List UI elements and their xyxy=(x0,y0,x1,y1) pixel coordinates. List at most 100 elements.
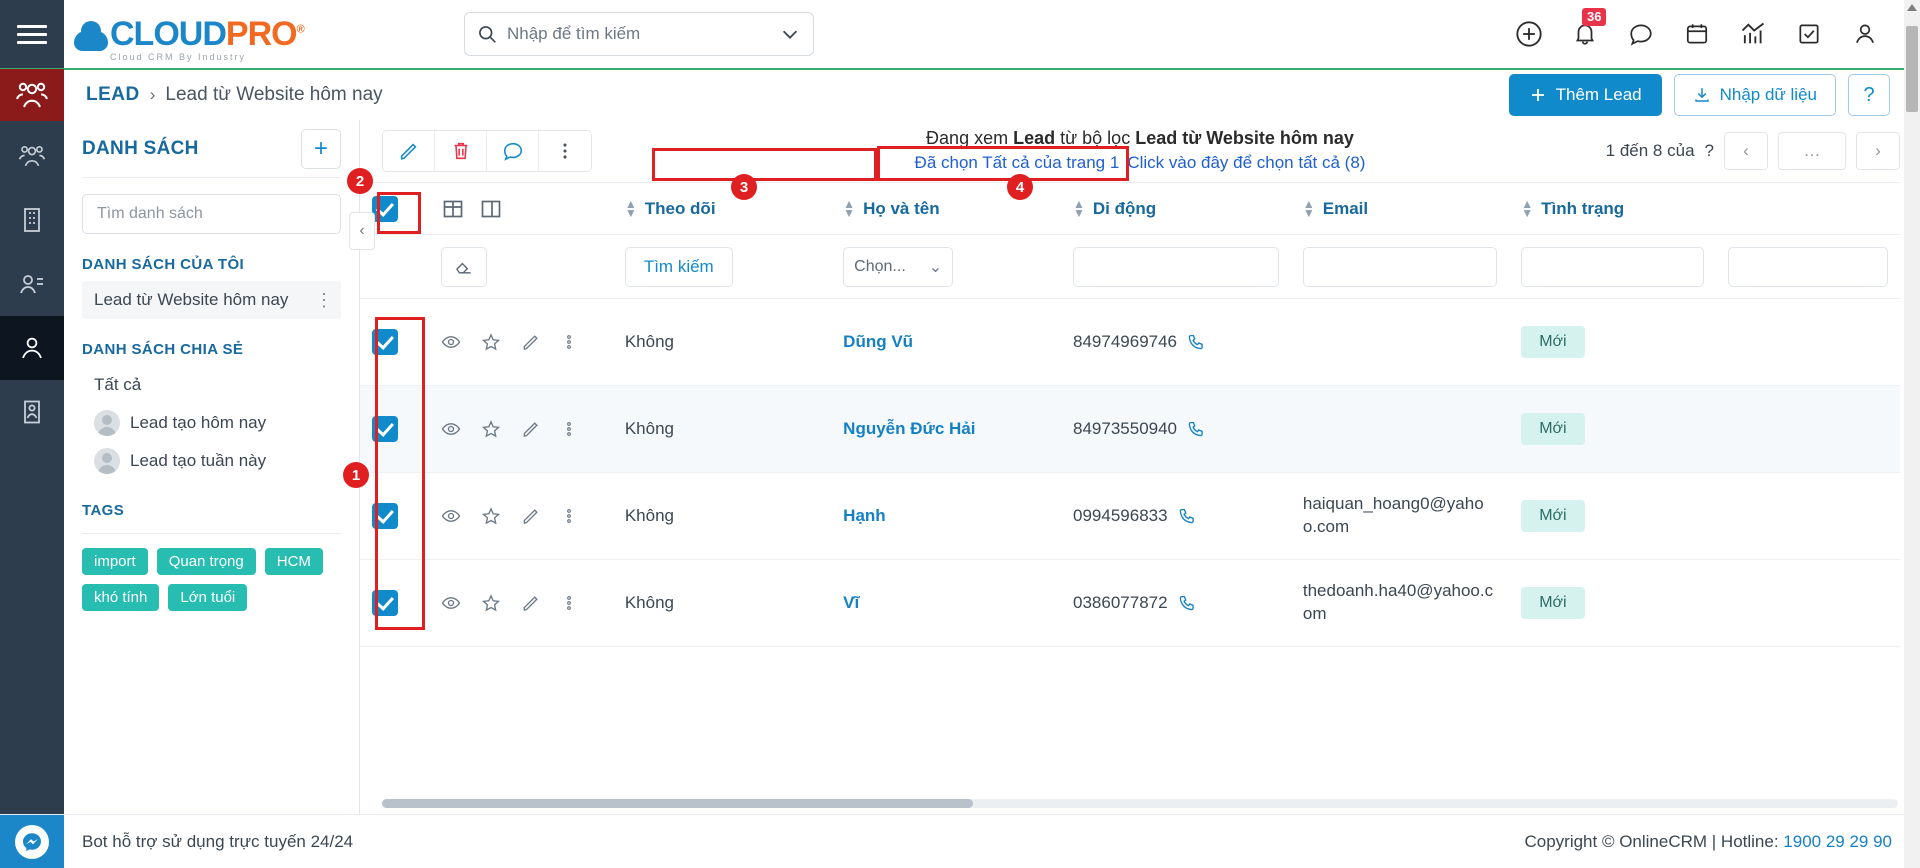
eye-icon[interactable] xyxy=(441,593,461,613)
hamburger-menu-button[interactable] xyxy=(0,0,64,68)
messenger-button[interactable] xyxy=(0,814,64,868)
rail-item-building[interactable] xyxy=(0,188,64,252)
row-checkbox[interactable] xyxy=(372,329,398,355)
bell-icon[interactable]: 36 xyxy=(1570,8,1607,49)
search-input[interactable] xyxy=(497,24,779,44)
chevron-down-icon[interactable] xyxy=(779,23,801,45)
tag-import[interactable]: import xyxy=(82,548,148,575)
header-email[interactable]: ▲ ▼ Email xyxy=(1290,182,1510,235)
select-all-checkbox[interactable] xyxy=(372,195,398,222)
kebab-icon[interactable] xyxy=(561,419,577,439)
follow-filter-select[interactable]: Chọn... ⌄ xyxy=(843,246,954,287)
annotation-marker-2: 2 xyxy=(347,168,373,194)
pencil-icon[interactable] xyxy=(521,593,541,613)
phone-icon[interactable] xyxy=(1178,507,1196,525)
clear-filter-button[interactable] xyxy=(440,246,487,287)
table-row[interactable]: Không Dũng Vũ 84974969746 Mới xyxy=(360,298,1900,386)
sidebar-item-lead-from-website-today[interactable]: Lead từ Website hôm nay ⋮ xyxy=(82,281,341,319)
chat-icon[interactable] xyxy=(1626,19,1656,49)
tag-kho-tinh[interactable]: khó tính xyxy=(82,584,160,611)
group-my-lists: DANH SÁCH CỦA TÔI xyxy=(82,256,245,273)
task-icon[interactable] xyxy=(1794,19,1824,49)
hotline-number[interactable]: 1900 29 29 90 xyxy=(1783,832,1892,851)
app-logo[interactable]: CLOUDPRO® Cloud CRM By Industry xyxy=(64,17,324,62)
tag-quan-trong[interactable]: Quan trọng xyxy=(156,548,256,575)
email-filter-input[interactable] xyxy=(1521,246,1705,287)
eye-icon[interactable] xyxy=(441,506,461,526)
table-row[interactable]: Không Hạnh 0994596833 haiquan_hoang0@yah… xyxy=(360,472,1900,560)
kebab-icon[interactable] xyxy=(561,506,577,526)
header-follow[interactable]: ▲ ▼ Theo dõi xyxy=(612,182,832,235)
grid-view-icon[interactable] xyxy=(441,197,465,221)
sidebar-item-label: Lead tạo tuần này xyxy=(130,451,267,470)
scrollbar-thumb[interactable] xyxy=(382,799,974,808)
star-icon[interactable] xyxy=(481,506,501,526)
user-icon[interactable] xyxy=(1850,19,1880,49)
header-status[interactable]: ▲ ▼ Tình trạng xyxy=(1509,182,1717,235)
table-row[interactable]: Không Vĩ 0386077872 thedoanh.ha40@yahoo.… xyxy=(360,559,1900,647)
pencil-icon[interactable] xyxy=(521,506,541,526)
rail-item-people[interactable] xyxy=(0,124,64,188)
row-email[interactable]: haiquan_hoang0@yahoo.com xyxy=(1290,472,1510,560)
row-email[interactable]: thedoanh.ha40@yahoo.com xyxy=(1290,559,1510,647)
row-name[interactable]: Hạnh xyxy=(843,506,886,525)
rail-item-contacts[interactable] xyxy=(0,252,64,316)
link-select-all[interactable]: Click vào đây để chọn tất cả (8) xyxy=(1127,153,1365,173)
table-row[interactable]: Không Nguyễn Đức Hải 84973550940 Mới xyxy=(360,385,1900,473)
phone-icon[interactable] xyxy=(1187,333,1205,351)
body: DANH SÁCH + DANH SÁCH CỦA TÔI Lead từ We… xyxy=(0,120,1920,814)
name-filter-input[interactable] xyxy=(1073,246,1279,287)
sidebar-item-lead-created-this-week[interactable]: Lead tạo tuần này xyxy=(82,442,341,480)
row-actions-cell xyxy=(428,559,613,647)
eye-icon[interactable] xyxy=(441,419,461,439)
collapse-panel-button[interactable]: ‹ xyxy=(349,212,375,250)
kebab-icon[interactable] xyxy=(561,332,577,352)
row-name[interactable]: Vĩ xyxy=(843,593,859,612)
row-email[interactable] xyxy=(1290,385,1510,473)
add-list-button[interactable]: + xyxy=(301,128,341,169)
phone-icon[interactable] xyxy=(1187,420,1205,438)
star-icon[interactable] xyxy=(481,332,501,352)
add-lead-button[interactable]: Thêm Lead xyxy=(1508,74,1662,116)
search-box[interactable] xyxy=(464,12,814,56)
eye-icon[interactable] xyxy=(441,332,461,352)
kebab-icon[interactable] xyxy=(561,593,577,613)
filter-name-cell xyxy=(1061,234,1291,299)
rail-item-lead[interactable] xyxy=(0,316,64,380)
add-icon[interactable] xyxy=(1514,19,1544,49)
status-filter-input[interactable] xyxy=(1728,246,1888,287)
import-data-button[interactable]: Nhập dữ liệu xyxy=(1673,74,1836,116)
star-icon[interactable] xyxy=(481,593,501,613)
list-search-input[interactable] xyxy=(82,194,341,234)
pencil-icon[interactable] xyxy=(521,419,541,439)
pencil-icon[interactable] xyxy=(521,332,541,352)
breadcrumb-root[interactable]: LEAD xyxy=(86,84,140,106)
row-email[interactable] xyxy=(1290,298,1510,386)
scroll-up-icon[interactable] xyxy=(1907,4,1917,11)
row-checkbox[interactable] xyxy=(372,503,398,529)
tag-lon-tuoi[interactable]: Lớn tuổi xyxy=(168,584,248,611)
rail-item-document[interactable] xyxy=(0,380,64,444)
calendar-icon[interactable] xyxy=(1682,19,1712,49)
sidebar-item-lead-created-today[interactable]: Lead tạo hôm nay xyxy=(82,404,341,442)
analytics-icon[interactable] xyxy=(1738,19,1768,49)
row-name[interactable]: Dũng Vũ xyxy=(843,332,913,351)
row-name[interactable]: Nguyễn Đức Hải xyxy=(843,419,975,438)
row-checkbox[interactable] xyxy=(372,590,398,616)
search-filter-button[interactable]: Tìm kiếm xyxy=(624,246,733,287)
header-mobile[interactable]: ▲ ▼ Di động xyxy=(1061,182,1291,235)
phone-icon[interactable] xyxy=(1178,594,1196,612)
split-view-icon[interactable] xyxy=(479,197,503,221)
mobile-filter-input[interactable] xyxy=(1302,246,1498,287)
kebab-icon[interactable]: ⋮ xyxy=(315,290,333,311)
row-status-cell: Mới xyxy=(1509,559,1717,647)
help-button[interactable]: ? xyxy=(1848,74,1890,116)
page-scrollbar-thumb[interactable] xyxy=(1906,26,1918,112)
star-icon[interactable] xyxy=(481,419,501,439)
tag-hcm[interactable]: HCM xyxy=(264,548,323,575)
sidebar-item-all[interactable]: Tất cả xyxy=(82,366,341,404)
page-scrollbar[interactable] xyxy=(1904,0,1920,868)
horizontal-scrollbar[interactable] xyxy=(382,799,1898,808)
row-checkbox[interactable] xyxy=(372,416,398,442)
link-selected-page[interactable]: Đã chọn Tất cả của trang 1 xyxy=(915,153,1120,173)
